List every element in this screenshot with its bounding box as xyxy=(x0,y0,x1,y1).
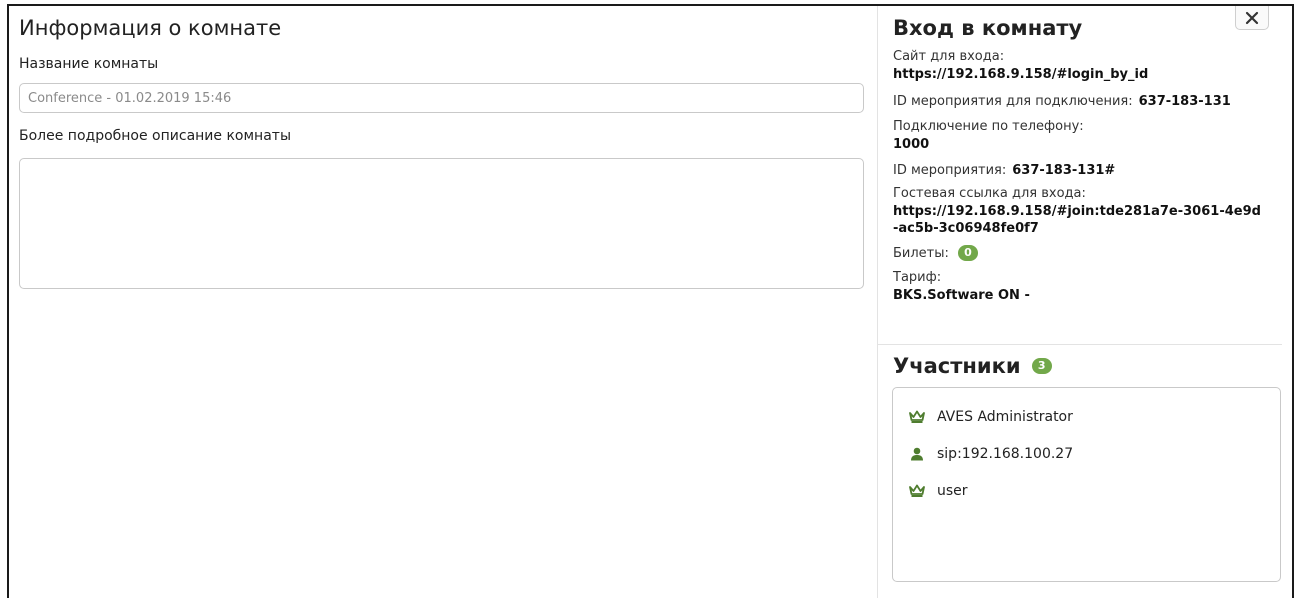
event-id-connect-value: 637-183-131 xyxy=(1138,94,1231,109)
participants-count-badge: 3 xyxy=(1031,358,1052,374)
room-info-title: Информация о комнате xyxy=(19,16,282,40)
crown-icon xyxy=(909,483,925,499)
participants-title: Участники xyxy=(893,354,1021,378)
phone-value: 1000 xyxy=(893,137,930,152)
list-item[interactable]: AVES Administrator xyxy=(909,407,1280,427)
room-name-input[interactable] xyxy=(19,83,864,113)
event-id-connect-label: ID мероприятия для подключения: xyxy=(893,94,1133,109)
participant-name: user xyxy=(937,483,968,499)
room-description-label: Более подробное описание комнаты xyxy=(19,128,291,144)
list-item[interactable]: sip:192.168.100.27 xyxy=(909,444,1280,464)
participants-header: Участники 3 xyxy=(893,352,1052,380)
participants-list: AVES Administrator sip:192.168.100.27 us… xyxy=(892,387,1281,582)
tariff-label: Тариф: xyxy=(893,270,942,285)
event-id-label: ID мероприятия: xyxy=(893,163,1007,178)
site-value: https://192.168.9.158/#login_by_id xyxy=(893,67,1149,82)
section-divider xyxy=(878,344,1282,345)
list-item[interactable]: user xyxy=(909,481,1280,501)
guest-link-value[interactable]: https://192.168.9.158/#join:tde281a7e-30… xyxy=(893,203,1263,237)
room-description-textarea[interactable] xyxy=(19,158,864,289)
room-info-panel: Информация о комнате Название комнаты Бо… xyxy=(19,14,866,289)
column-divider xyxy=(877,6,878,598)
phone-label: Подключение по телефону: xyxy=(893,119,1084,134)
crown-icon xyxy=(909,409,925,425)
room-entry-title: Вход в комнату xyxy=(893,16,1083,40)
room-name-label: Название комнаты xyxy=(19,56,159,72)
room-entry-panel: Вход в комнату Сайт для входа: https://1… xyxy=(893,14,1283,304)
tariff-value: BKS.Software ON - xyxy=(893,288,1030,303)
participant-name: sip:192.168.100.27 xyxy=(937,446,1074,462)
tickets-badge: 0 xyxy=(958,244,978,261)
participant-name: AVES Administrator xyxy=(937,409,1073,425)
user-icon xyxy=(909,446,925,462)
site-label: Сайт для входа: xyxy=(893,49,1005,64)
tickets-label: Билеты: xyxy=(893,246,949,261)
event-id-value: 637-183-131# xyxy=(1012,163,1116,178)
guest-link-label: Гостевая ссылка для входа: xyxy=(893,186,1086,201)
